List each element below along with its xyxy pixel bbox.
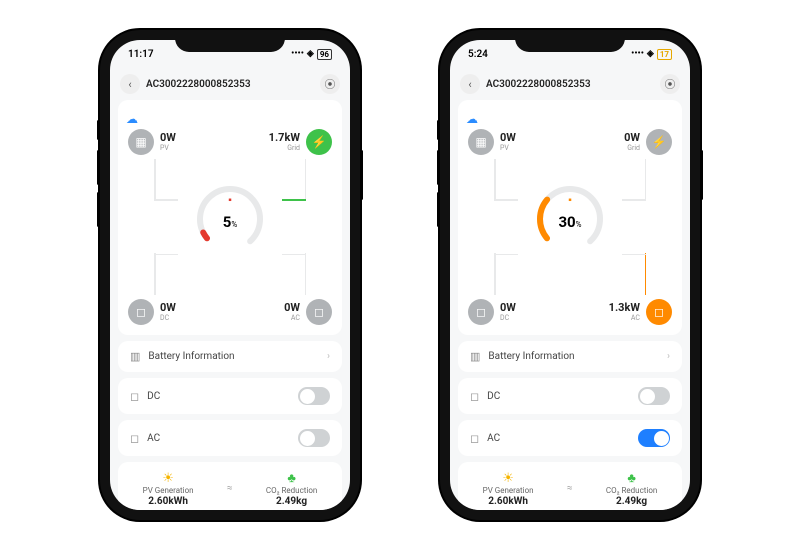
dc-node: ◻ 0WDC <box>128 299 176 325</box>
clock: 11:17 <box>128 49 154 60</box>
ac-row-icon: ◻ <box>470 432 479 445</box>
grid-icon: ⚡ <box>306 129 332 155</box>
dc-node: ◻ 0WDC <box>468 299 516 325</box>
ac-toggle-row: ◻ AC <box>458 420 682 456</box>
battery-info-icon: ▥ <box>470 350 480 363</box>
cloud-icon: ☁ <box>466 112 478 126</box>
cloud-icon: ☁ <box>126 112 138 126</box>
dc-toggle[interactable] <box>638 387 670 405</box>
battery-info-icon: ▥ <box>130 350 140 363</box>
settings-button[interactable]: ⦿ <box>320 74 340 94</box>
stats-footer: ☀ PV Generation 2.60kWh ≈ ♣ CO₂ Reductio… <box>458 462 682 510</box>
dc-icon: ◻ <box>128 299 154 325</box>
pv-node: ▦ 0WPV <box>468 129 516 155</box>
dc-row-icon: ◻ <box>470 390 479 403</box>
ac-node: ◻ 0WAC <box>284 299 332 325</box>
tree-icon: ♣ <box>266 470 317 486</box>
battery-icon: ▪ <box>190 195 270 206</box>
ac-toggle-row: ◻ AC <box>118 420 342 456</box>
dc-toggle[interactable] <box>298 387 330 405</box>
status-bar: 5:24 •••• ◈ 17 <box>450 40 690 68</box>
battery-info-row[interactable]: ▥ Battery Information › <box>118 341 342 372</box>
chevron-right-icon: › <box>327 351 330 362</box>
sun-icon: ☀ <box>483 471 534 486</box>
device-title: AC300222800085235​3 <box>146 79 314 90</box>
pv-icon: ▦ <box>468 129 494 155</box>
co2-reduction-stat: ♣ CO₂ Reduction 2.49kg <box>266 470 317 507</box>
dc-row-icon: ◻ <box>130 390 139 403</box>
wifi-icon: ◈ <box>647 49 654 59</box>
phone-right: 5:24 •••• ◈ 17 ‹ AC300222800085235​3 ⦿ ☁ <box>440 30 700 520</box>
battery-icon: ▪ <box>530 195 610 206</box>
battery-info-row[interactable]: ▥ Battery Information › <box>458 341 682 372</box>
signal-icon: •••• <box>631 49 644 59</box>
back-button[interactable]: ‹ <box>460 74 480 94</box>
ac-icon: ◻ <box>646 299 672 325</box>
ac-row-icon: ◻ <box>130 432 139 445</box>
approx-icon: ≈ <box>567 483 573 494</box>
grid-node: ⚡ 0WGrid <box>624 129 672 155</box>
grid-node: ⚡ 1.7kWGrid <box>269 129 332 155</box>
pv-generation-stat: ☀ PV Generation 2.60kWh <box>483 471 534 507</box>
app-header: ‹ AC300222800085235​3 ⦿ <box>450 68 690 100</box>
pv-node: ▦ 0WPV <box>128 129 176 155</box>
stats-footer: ☀ PV Generation 2.60kWh ≈ ♣ CO₂ Reductio… <box>118 462 342 510</box>
sun-icon: ☀ <box>143 471 194 486</box>
grid-icon: ⚡ <box>646 129 672 155</box>
phone-left: 11:17 •••• ◈ 96 ‹ AC300222800085235​3 ⦿ … <box>100 30 360 520</box>
co2-reduction-stat: ♣ CO₂ Reduction 2.49kg <box>606 470 657 507</box>
tree-icon: ♣ <box>606 470 657 486</box>
wifi-icon: ◈ <box>307 49 314 59</box>
status-bar: 11:17 •••• ◈ 96 <box>110 40 350 68</box>
ac-icon: ◻ <box>306 299 332 325</box>
ac-toggle[interactable] <box>298 429 330 447</box>
battery-indicator: 17 <box>657 49 672 60</box>
battery-indicator: 96 <box>317 49 332 60</box>
dc-toggle-row: ◻ DC <box>118 378 342 414</box>
ac-toggle[interactable] <box>638 429 670 447</box>
device-title: AC300222800085235​3 <box>486 79 654 90</box>
settings-button[interactable]: ⦿ <box>660 74 680 94</box>
pv-icon: ▦ <box>128 129 154 155</box>
battery-gauge: ▪ 30% <box>530 179 610 259</box>
clock: 5:24 <box>468 49 488 60</box>
pv-generation-stat: ☀ PV Generation 2.60kWh <box>143 471 194 507</box>
ac-node: ◻ 1.3kWAC <box>609 299 672 325</box>
approx-icon: ≈ <box>227 483 233 494</box>
back-button[interactable]: ‹ <box>120 74 140 94</box>
battery-gauge: ▪ 5% <box>190 179 270 259</box>
signal-icon: •••• <box>291 49 304 59</box>
dc-toggle-row: ◻ DC <box>458 378 682 414</box>
dc-icon: ◻ <box>468 299 494 325</box>
app-header: ‹ AC300222800085235​3 ⦿ <box>110 68 350 100</box>
chevron-right-icon: › <box>667 351 670 362</box>
